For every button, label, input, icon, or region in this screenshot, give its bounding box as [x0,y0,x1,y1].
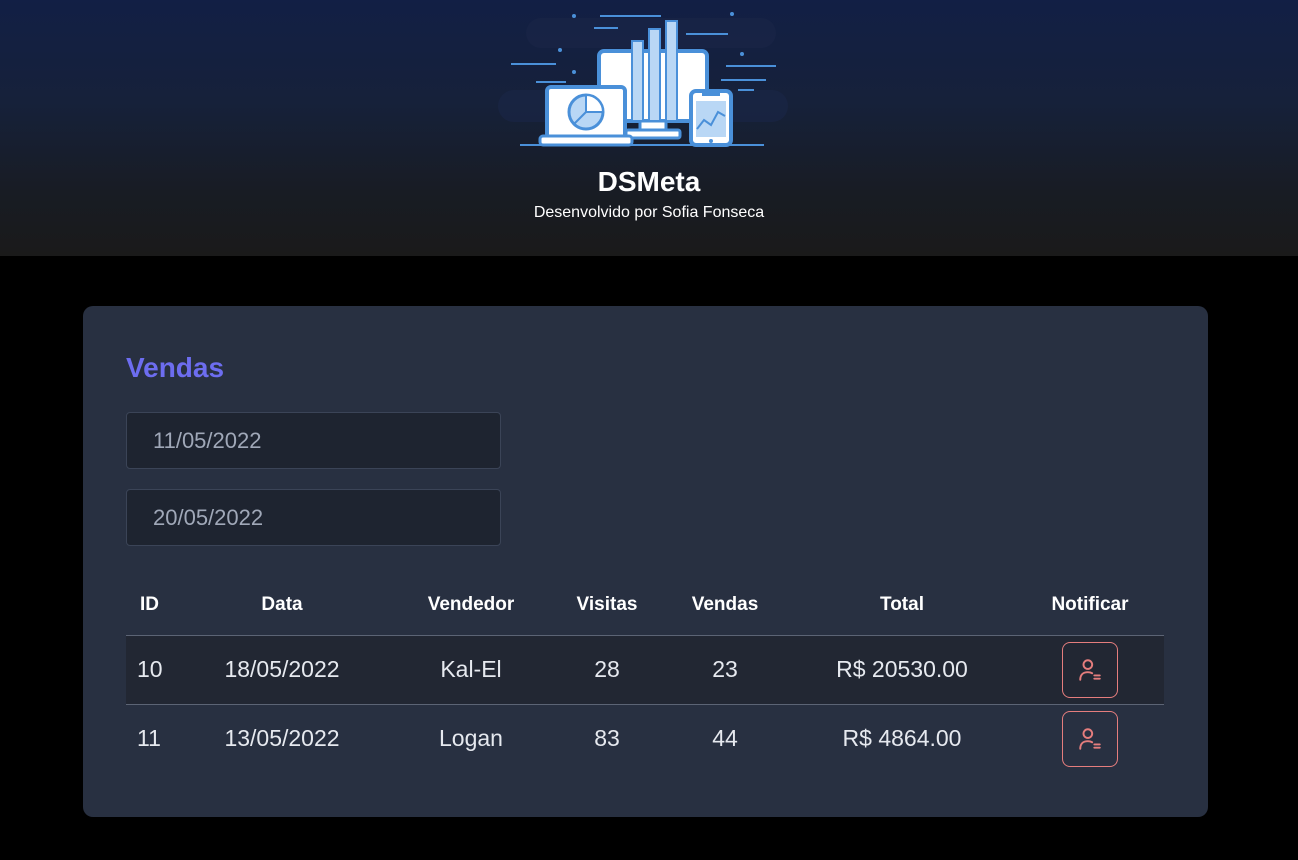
cell-seller: Logan [390,704,552,773]
dashboard-illustration-icon [496,8,796,153]
notify-button[interactable] [1062,710,1118,767]
table-header-row: ID Data Vendedor Visitas Vendas Total No… [126,576,1164,636]
column-header-visits: Visitas [552,576,662,636]
cell-notify [1016,704,1164,773]
cell-total: R$ 20530.00 [788,635,1016,705]
cell-deals: 44 [662,704,788,773]
notify-user-icon [1079,658,1101,681]
app-subtitle: Desenvolvido por Sofia Fonseca [533,204,765,221]
cell-date: 13/05/2022 [174,704,390,773]
cell-id: 10 [126,635,174,705]
cell-notify [1016,635,1164,705]
column-header-total: Total [788,576,1016,636]
app-title: DSMeta [597,166,701,197]
app-header: DSMeta Desenvolvido por Sofia Fonseca [0,0,1298,256]
cell-seller: Kal-El [390,635,552,705]
cell-id: 11 [126,704,174,773]
column-header-notify: Notificar [1016,576,1164,636]
notify-button[interactable] [1062,641,1118,698]
max-date-input[interactable] [126,489,501,546]
cell-visits: 28 [552,635,662,705]
cell-visits: 83 [552,704,662,773]
cell-total: R$ 4864.00 [788,704,1016,773]
column-header-id: ID [126,576,174,636]
table-row: 11 13/05/2022 Logan 83 44 R$ 4864.00 [126,704,1164,773]
column-header-date: Data [174,576,390,636]
column-header-deals: Vendas [662,576,788,636]
column-header-seller: Vendedor [390,576,552,636]
table-row: 10 18/05/2022 Kal-El 28 23 R$ 20530.00 [126,635,1164,705]
sales-card: Vendas ID Data Vendedor Visitas Vendas T… [83,306,1208,817]
sales-table: ID Data Vendedor Visitas Vendas Total No… [126,576,1164,773]
cell-deals: 23 [662,635,788,705]
min-date-input[interactable] [126,412,501,469]
notify-user-icon [1079,728,1101,750]
sales-title: Vendas [126,352,225,383]
cell-date: 18/05/2022 [174,635,390,705]
